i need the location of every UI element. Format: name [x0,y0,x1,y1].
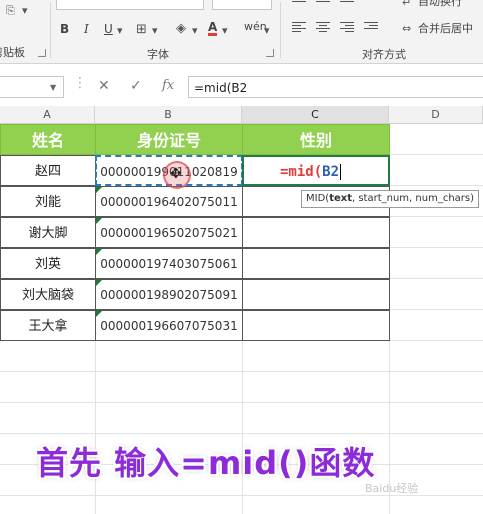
gender-cell[interactable] [242,279,390,310]
gender-cell[interactable] [242,310,390,341]
error-indicator [96,187,102,193]
format-painter-icon[interactable]: ▾ [22,4,28,17]
id-cell[interactable]: 000000198902075091 [95,279,243,310]
function-tooltip: MID(text, start_num, num_chars) [301,190,479,208]
name-cell[interactable]: 刘能 [0,186,96,217]
name-cell[interactable]: 王大拿 [0,310,96,341]
tutorial-caption: 首先 输入=mid()函数 [36,444,376,482]
tooltip-current-arg: text [329,193,352,204]
id-value: 000000196402075011 [100,195,238,209]
formula-bar: ▼ ⋮ ✕ ✓ fx =mid(B2 [0,72,483,102]
more-icon: ⋮ [73,75,87,91]
id-value: 000000196607075031 [100,319,238,333]
name-cell[interactable]: 刘英 [0,248,96,279]
gridline [389,216,483,217]
merge-center-icon[interactable]: ⇔ [402,22,411,35]
bold-button[interactable]: B [60,22,69,36]
tooltip-args: , start_num, num_chars) [351,193,475,204]
dropdown-icon[interactable]: ▾ [192,24,198,37]
copy-icon[interactable]: ⎘ [6,4,15,18]
cancel-icon[interactable]: ✕ [98,78,110,94]
gender-cell[interactable] [242,248,390,279]
dropdown-icon[interactable]: ▾ [264,24,270,37]
error-indicator [96,311,102,317]
italic-button[interactable]: I [84,22,89,36]
gender-cell-editing[interactable]: =mid(B2 [242,155,390,186]
align-right-icon[interactable] [340,22,354,34]
confirm-icon[interactable]: ✓ [130,78,142,94]
underline-button[interactable]: U [104,22,113,36]
font-color-button[interactable]: A [208,21,218,36]
header-cell-name[interactable]: 姓名 [0,124,96,155]
error-indicator [96,249,102,255]
error-indicator [96,280,102,286]
header-cell-gender[interactable]: 性别 [242,124,390,155]
id-cell[interactable]: 000000196502075021 [95,217,243,248]
gridline [389,309,483,310]
move-cursor-icon: ✥ [170,166,182,182]
ribbon-separator [50,2,51,58]
font-group-label: 字体 [147,48,169,61]
text-caret [340,164,342,180]
align-bottom-icon[interactable] [340,0,354,10]
font-launcher[interactable] [266,49,274,57]
clipboard-launcher[interactable] [38,49,46,57]
align-group-label: 对齐方式 [362,48,406,61]
id-value: 000000197403075061 [100,257,238,271]
gridline [389,247,483,248]
gridline [389,154,483,155]
id-cell[interactable]: 000000196607075031 [95,310,243,341]
insert-function-icon[interactable]: fx [162,78,174,93]
align-top-icon[interactable] [292,0,306,10]
align-middle-icon[interactable] [316,0,330,10]
ribbon: ⎘ ▾ 剪贴板 B I U ▾ ⊞ ▾ ◈ ▾ A ▾ wén ▾ 字体 ↵ 自… [0,0,483,64]
formula-text: =mid( [280,164,323,180]
column-header-c[interactable]: C [242,106,389,124]
tooltip-func: MID( [306,193,330,204]
dropdown-icon[interactable]: ▾ [117,24,123,37]
formula-input[interactable]: =mid(B2 [188,76,483,98]
gender-cell[interactable] [242,217,390,248]
wrap-text-button[interactable]: 自动换行 [418,0,462,9]
name-cell[interactable]: 谢大脚 [0,217,96,248]
font-size-box[interactable] [212,0,272,10]
align-center-icon[interactable] [316,22,330,34]
column-header-d[interactable]: D [389,106,483,124]
dropdown-icon[interactable]: ▾ [152,24,158,37]
chevron-down-icon[interactable]: ▼ [50,83,56,92]
decrease-indent-icon[interactable] [364,22,378,34]
id-cell[interactable]: 000000197403075061 [95,248,243,279]
align-left-icon[interactable] [292,22,306,34]
id-value: 000000196502075021 [100,226,238,240]
cell-reference: B2 [322,164,340,180]
fill-color-icon[interactable]: ◈ [176,21,186,36]
header-cell-id[interactable]: 身份证号 [95,124,243,155]
id-cell[interactable]: 000000196402075011 [95,186,243,217]
id-value: 000000198902075091 [100,288,238,302]
column-header-b[interactable]: B [95,106,242,124]
error-indicator [96,218,102,224]
border-icon[interactable]: ⊞ [136,22,147,37]
wrap-text-icon[interactable]: ↵ [402,0,411,9]
name-cell[interactable]: 赵四 [0,155,96,186]
font-name-box[interactable] [56,0,204,10]
dropdown-icon[interactable]: ▾ [222,24,228,37]
watermark: Baidu经验 [365,482,419,495]
ribbon-separator [280,2,281,58]
gridline [389,278,483,279]
column-header-a[interactable]: A [0,106,95,124]
name-cell[interactable]: 刘大脑袋 [0,279,96,310]
merge-center-button[interactable]: 合并后居中 [418,22,473,36]
clipboard-group-label: 剪贴板 [0,46,25,59]
gridline [389,185,483,186]
